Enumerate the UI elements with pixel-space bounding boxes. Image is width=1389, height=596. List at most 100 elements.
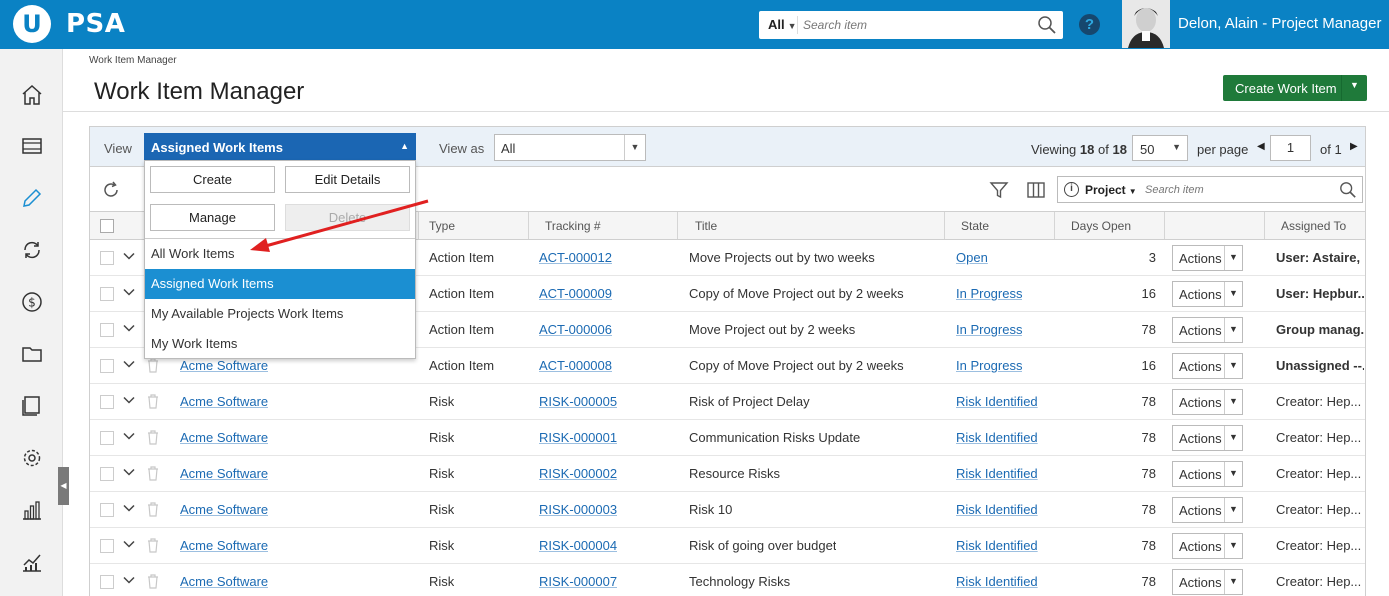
sidebar-item-sync[interactable] xyxy=(0,224,63,276)
header-tracking[interactable]: Tracking # xyxy=(529,212,678,239)
cell-tracking[interactable]: RISK-000002 xyxy=(539,466,617,481)
table-row[interactable]: Acme Software Risk RISK-000005 Risk of Proj… xyxy=(90,384,1365,420)
row-checkbox[interactable] xyxy=(100,323,114,337)
row-actions-button[interactable]: Actions ▼ xyxy=(1172,353,1243,379)
info-icon[interactable]: i xyxy=(1064,182,1079,197)
cell-state[interactable]: Risk Identified xyxy=(956,502,1038,517)
chevron-down-icon[interactable] xyxy=(122,465,136,482)
sidebar-item-finance[interactable]: $ xyxy=(0,276,63,328)
row-checkbox[interactable] xyxy=(100,467,114,481)
chevron-down-icon[interactable] xyxy=(122,573,136,590)
cell-project[interactable]: Acme Software xyxy=(180,502,268,517)
view-menu-item[interactable]: My Available Projects Work Items xyxy=(145,299,415,329)
cell-tracking[interactable]: ACT-000006 xyxy=(539,322,612,337)
columns-icon[interactable] xyxy=(1026,180,1046,203)
chevron-down-icon[interactable] xyxy=(122,285,136,302)
cell-tracking[interactable]: RISK-000004 xyxy=(539,538,617,553)
per-page-select[interactable]: 50 ▼ xyxy=(1132,135,1188,161)
breadcrumb[interactable]: Work Item Manager xyxy=(89,55,177,66)
trash-icon[interactable] xyxy=(146,429,160,448)
trash-icon[interactable] xyxy=(146,573,160,592)
sidebar-item-edit[interactable] xyxy=(0,172,63,224)
row-actions-button[interactable]: Actions ▼ xyxy=(1172,281,1243,307)
next-page-icon[interactable]: ▶ xyxy=(1350,141,1358,152)
trash-icon[interactable] xyxy=(146,357,160,376)
cell-state[interactable]: In Progress xyxy=(956,358,1022,373)
row-actions-button[interactable]: Actions ▼ xyxy=(1172,245,1243,271)
sidebar-item-settings[interactable] xyxy=(0,432,63,484)
cell-project[interactable]: Acme Software xyxy=(180,574,268,589)
view-as-select[interactable]: All ▼ xyxy=(494,134,646,161)
cell-tracking[interactable]: RISK-000003 xyxy=(539,502,617,517)
refresh-icon[interactable] xyxy=(101,180,121,203)
row-checkbox[interactable] xyxy=(100,287,114,301)
view-menu-item[interactable]: Assigned Work Items xyxy=(145,269,415,299)
cell-state[interactable]: Risk Identified xyxy=(956,394,1038,409)
cell-project[interactable]: Acme Software xyxy=(180,466,268,481)
sidebar-item-reports[interactable] xyxy=(0,484,63,536)
trash-icon[interactable] xyxy=(146,537,160,556)
cell-state[interactable]: In Progress xyxy=(956,286,1022,301)
filter-icon[interactable] xyxy=(989,180,1009,203)
view-create-button[interactable]: Create xyxy=(150,166,275,193)
create-work-item-button[interactable]: Create Work Item ▼ xyxy=(1223,75,1367,101)
cell-state[interactable]: Risk Identified xyxy=(956,430,1038,445)
trash-icon[interactable] xyxy=(146,465,160,484)
cell-tracking[interactable]: RISK-000005 xyxy=(539,394,617,409)
chevron-down-icon[interactable] xyxy=(122,429,136,446)
cell-state[interactable]: Risk Identified xyxy=(956,574,1038,589)
logo[interactable]: U xyxy=(13,5,51,43)
search-input[interactable]: Search item xyxy=(803,18,867,32)
row-checkbox[interactable] xyxy=(100,431,114,445)
trash-icon[interactable] xyxy=(146,501,160,520)
trash-icon[interactable] xyxy=(146,393,160,412)
chevron-down-icon[interactable] xyxy=(122,537,136,554)
sidebar-item-analytics[interactable] xyxy=(0,536,63,588)
cell-tracking[interactable]: RISK-000001 xyxy=(539,430,617,445)
row-checkbox[interactable] xyxy=(100,503,114,517)
sidebar-item-projects[interactable] xyxy=(0,328,63,380)
row-actions-button[interactable]: Actions ▼ xyxy=(1172,569,1243,595)
cell-tracking[interactable]: ACT-000009 xyxy=(539,286,612,301)
row-checkbox[interactable] xyxy=(100,359,114,373)
select-all-checkbox[interactable] xyxy=(100,219,114,233)
row-actions-button[interactable]: Actions ▼ xyxy=(1172,317,1243,343)
sidebar-item-home[interactable] xyxy=(0,69,63,121)
sidebar-item-inbox[interactable] xyxy=(0,120,63,172)
row-checkbox[interactable] xyxy=(100,575,114,589)
chevron-down-icon[interactable] xyxy=(122,357,136,374)
view-manage-button[interactable]: Manage xyxy=(150,204,275,231)
search-scope-select[interactable]: All ▼ xyxy=(768,17,797,32)
cell-state[interactable]: Risk Identified xyxy=(956,538,1038,553)
caret-down-icon[interactable]: ▼ xyxy=(1350,80,1359,90)
row-checkbox[interactable] xyxy=(100,251,114,265)
chevron-down-icon[interactable] xyxy=(122,321,136,338)
row-actions-button[interactable]: Actions ▼ xyxy=(1172,461,1243,487)
header-type[interactable]: Type xyxy=(419,212,529,239)
cell-project[interactable]: Acme Software xyxy=(180,358,268,373)
chevron-down-icon[interactable] xyxy=(122,249,136,266)
cell-project[interactable]: Acme Software xyxy=(180,430,268,445)
header-title[interactable]: Title xyxy=(678,212,945,239)
page-number-input[interactable]: 1 xyxy=(1270,135,1311,161)
row-actions-button[interactable]: Actions ▼ xyxy=(1172,425,1243,451)
global-search[interactable]: All ▼ Search item xyxy=(759,11,1063,39)
help-icon[interactable]: ? xyxy=(1079,14,1100,35)
cell-state[interactable]: In Progress xyxy=(956,322,1022,337)
header-state[interactable]: State xyxy=(945,212,1055,239)
chevron-down-icon[interactable] xyxy=(122,501,136,518)
user-name[interactable]: Delon, Alain - Project Manager xyxy=(1178,15,1381,32)
cell-project[interactable]: Acme Software xyxy=(180,394,268,409)
grid-search-input[interactable]: Search item xyxy=(1145,184,1204,196)
cell-tracking[interactable]: ACT-000012 xyxy=(539,250,612,265)
table-row[interactable]: Acme Software Risk RISK-000007 Technology R… xyxy=(90,564,1365,596)
sidebar-collapse-handle[interactable]: ◀ xyxy=(58,467,69,505)
search-icon[interactable] xyxy=(1339,181,1357,202)
grid-search-scope-select[interactable]: Project ▼ xyxy=(1085,183,1137,197)
row-actions-button[interactable]: Actions ▼ xyxy=(1172,497,1243,523)
row-actions-button[interactable]: Actions ▼ xyxy=(1172,389,1243,415)
cell-tracking[interactable]: ACT-000008 xyxy=(539,358,612,373)
table-row[interactable]: Acme Software Risk RISK-000002 Resource Ris… xyxy=(90,456,1365,492)
view-menu-item[interactable]: All Work Items xyxy=(145,239,415,269)
header-days-open[interactable]: Days Open xyxy=(1055,212,1165,239)
